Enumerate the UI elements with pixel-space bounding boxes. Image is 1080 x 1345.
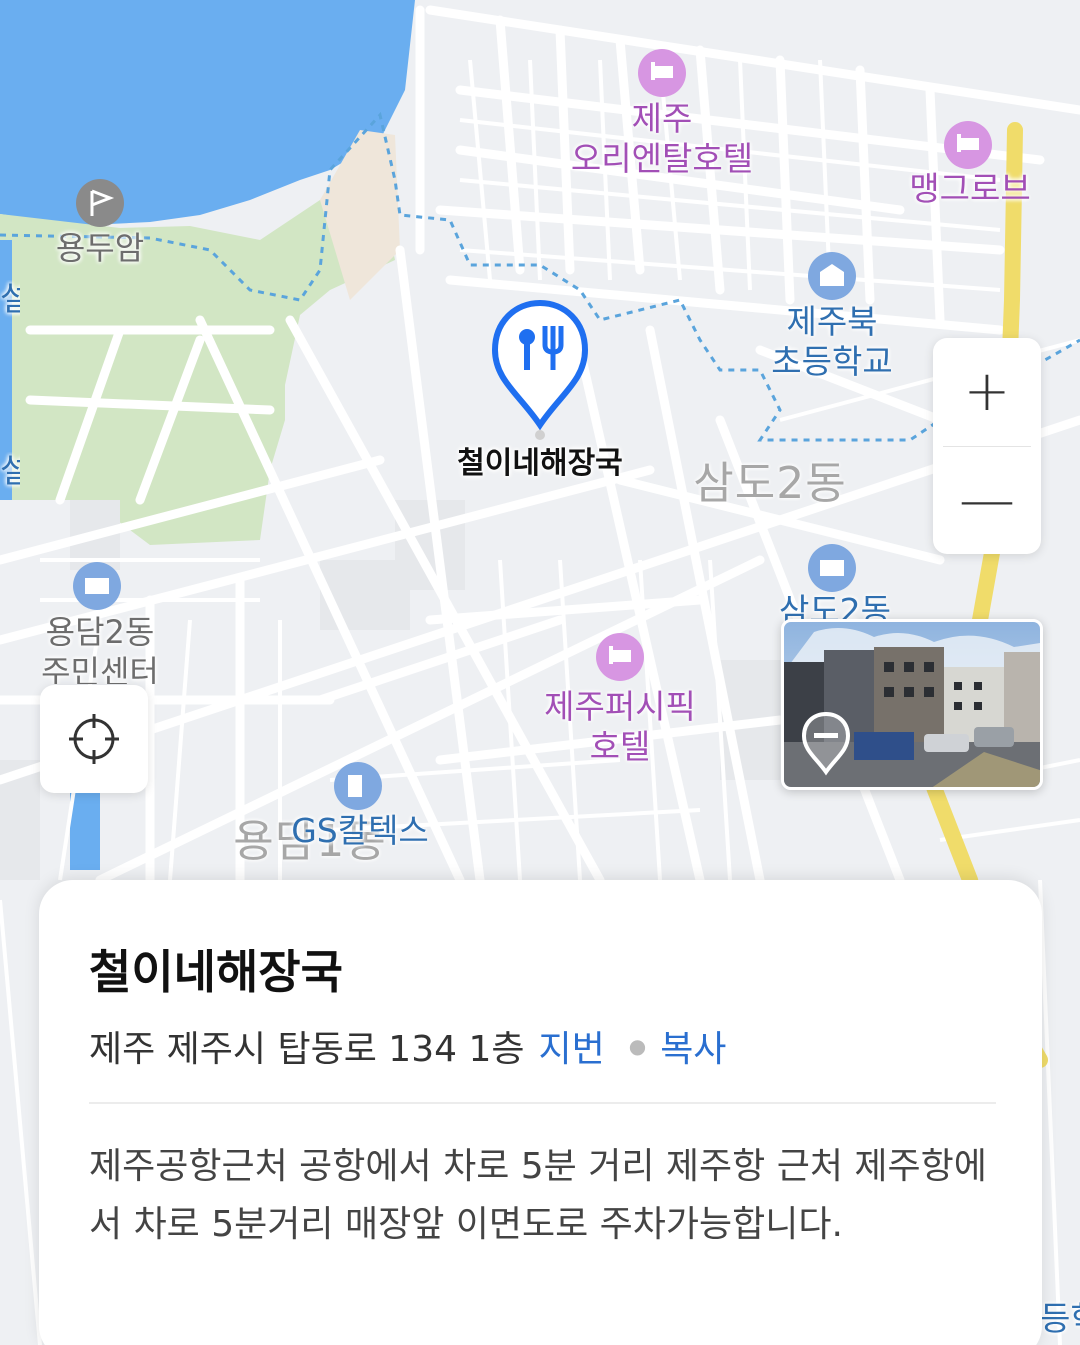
place-info-card[interactable]: 철이네해장국 제주 제주시 탑동로 134 1층 지번 ● 복사 제주공항근처 … xyxy=(39,880,1042,1345)
map-label-community-center[interactable]: 주민센터 xyxy=(30,654,170,684)
street-view-photo xyxy=(784,622,1040,787)
card-divider xyxy=(89,1102,996,1104)
landmark-flag-icon xyxy=(76,179,124,227)
map-label-gs-caltex[interactable]: GS칼텍스 xyxy=(285,811,435,851)
copy-address-link[interactable]: 복사 xyxy=(660,1020,726,1072)
current-location-button[interactable] xyxy=(40,685,148,793)
street-view-thumbnail[interactable] xyxy=(781,619,1043,790)
map-label-hotel[interactable]: 호텔 xyxy=(570,727,670,767)
map-label-yongdam2dong[interactable]: 용담2동 xyxy=(30,613,170,652)
school-icon xyxy=(808,252,856,300)
zoom-in-button[interactable]: + xyxy=(933,338,1041,446)
map-pin-label[interactable]: 철이네해장국 xyxy=(430,446,650,481)
map-label-right-edge: 등학 xyxy=(1040,1300,1080,1338)
hotel-icon-pacific xyxy=(596,633,644,681)
map-label-left-edge-top: 설 xyxy=(0,280,20,318)
place-address-row: 제주 제주시 탑동로 134 1층 지번 ● 복사 xyxy=(89,1020,726,1072)
zoom-control: + — xyxy=(933,338,1041,554)
map-area-samdo2dong: 삼도2동 xyxy=(693,458,847,509)
place-address: 제주 제주시 탑동로 134 1층 xyxy=(89,1029,525,1070)
hotel-icon-oriental xyxy=(638,49,686,97)
hotel-icon-mangrove xyxy=(944,121,992,169)
place-description: 제주공항근처 공항에서 차로 5분 거리 제주항 근처 제주항에서 차로 5분거… xyxy=(89,1146,987,1245)
map-label-left-edge-mid: 설 xyxy=(0,452,20,490)
map-label-pacific[interactable]: 제주퍼시픽 xyxy=(530,687,710,727)
map-label-yongduam[interactable]: 용두암 xyxy=(40,229,160,268)
map-label-samdo2dong-office[interactable]: 삼도2동 xyxy=(770,592,900,622)
crosshair-icon xyxy=(69,714,119,764)
map-label-jejubuk[interactable]: 제주북 xyxy=(772,302,892,342)
place-title: 철이네해장국 xyxy=(89,945,343,999)
public-office-icon-samdo xyxy=(808,544,856,592)
map-label-oriental-hotel[interactable]: 오리엔탈호텔 xyxy=(552,139,772,179)
zoom-out-button[interactable]: — xyxy=(933,447,1041,555)
separator-dot: ● xyxy=(628,1034,647,1058)
gas-station-icon xyxy=(334,762,382,810)
map-label-elementary-school[interactable]: 초등학교 xyxy=(762,342,902,382)
public-office-icon-yongdam xyxy=(73,562,121,610)
lot-number-link[interactable]: 지번 xyxy=(538,1020,604,1072)
map-label-jeju[interactable]: 제주 xyxy=(612,99,712,139)
map-label-mangrove[interactable]: 맹그로브 xyxy=(900,169,1040,209)
